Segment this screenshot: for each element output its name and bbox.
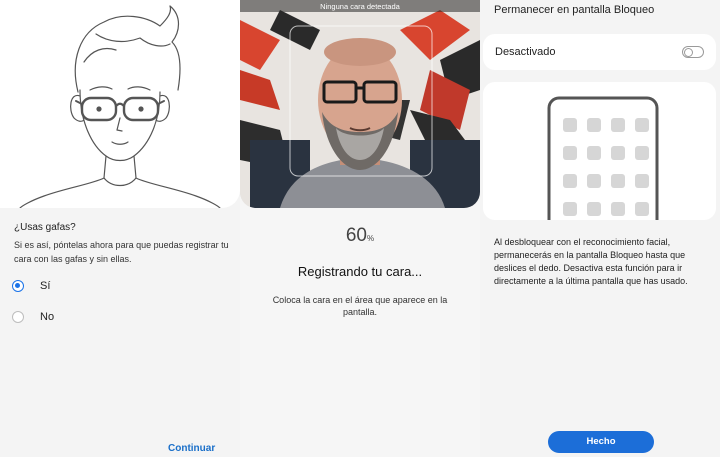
setting-title: Permanecer en pantalla Bloqueo (494, 4, 655, 16)
face-illustration-card (0, 0, 240, 209)
lock-screen-phone-illustration (547, 96, 659, 220)
continue-button[interactable]: Continuar (168, 443, 215, 454)
registration-title: Registrando tu cara... (297, 264, 423, 279)
camera-preview: Ninguna cara detectada (240, 0, 480, 208)
progress-value: 60 (345, 225, 367, 246)
radio-no[interactable] (12, 311, 24, 323)
face-with-glasses-illustration (19, 5, 221, 209)
toggle-label: Desactivado (495, 46, 556, 58)
stay-on-lock-screen-settings: Permanecer en pantalla Bloqueo Desactiva… (480, 0, 720, 457)
radio-yes[interactable] (12, 280, 24, 292)
glasses-description: Si es así, póntelas ahora para que pueda… (14, 240, 229, 264)
done-button[interactable]: Hecho (548, 431, 654, 453)
registration-progress: 60% (240, 225, 480, 247)
option-no[interactable]: No (12, 311, 54, 323)
glasses-question: ¿Usas gafas? (14, 222, 76, 233)
phone-illustration-card (483, 82, 716, 220)
camera-status-text: Ninguna cara detectada (320, 2, 400, 11)
face-registration-screen: Ninguna cara detectada 60% Registrando t… (240, 0, 480, 457)
registration-instruction: Coloca la cara en el área que aparece en… (272, 295, 448, 317)
camera-feed-image (240, 0, 480, 208)
option-yes-label: Sí (40, 280, 51, 292)
toggle-switch[interactable] (682, 46, 704, 58)
progress-unit: % (367, 234, 375, 243)
option-no-label: No (40, 311, 55, 323)
option-yes[interactable]: Sí (12, 280, 50, 292)
toggle-card[interactable]: Desactivado (483, 34, 716, 70)
glasses-question-screen: ¿Usas gafas? Si es así, póntelas ahora p… (0, 0, 240, 457)
setting-description: Al desbloquear con el reconocimiento fac… (494, 237, 688, 286)
